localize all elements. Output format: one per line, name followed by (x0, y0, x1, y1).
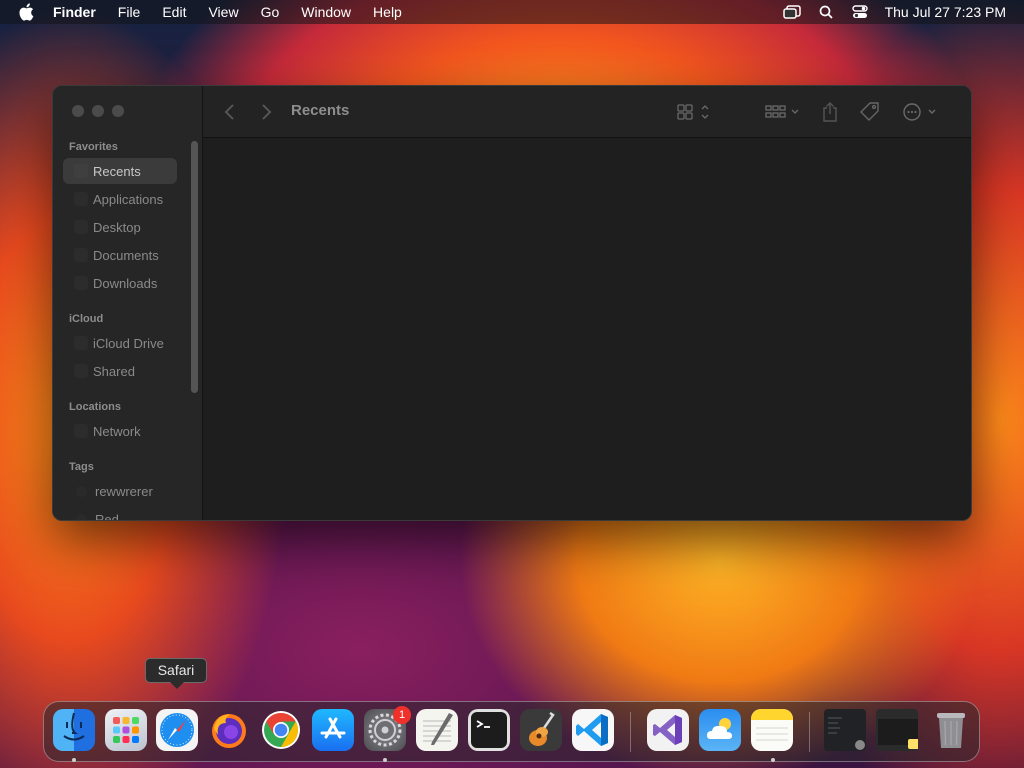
menu-window[interactable]: Window (301, 0, 351, 24)
sidebar-item-applications[interactable]: Applications (63, 186, 177, 212)
sidebar-item-label: Documents (93, 247, 159, 263)
sidebar-item-documents[interactable]: Documents (63, 242, 177, 268)
forward-chevron-icon[interactable] (259, 100, 273, 124)
app-store-icon[interactable] (312, 709, 354, 751)
dock-divider (809, 712, 810, 752)
sidebar-item-tag[interactable]: rewwrerer (63, 478, 177, 504)
zoom-window-button[interactable] (112, 105, 124, 117)
running-indicator (771, 758, 775, 762)
vscode-icon[interactable] (572, 709, 614, 751)
visual-studio-icon[interactable] (647, 709, 689, 751)
dock-divider (630, 712, 631, 752)
sidebar-section-locations: Locations (69, 401, 121, 413)
sidebar-item-label: rewwrerer (95, 483, 153, 499)
sidebar-section-icloud: iCloud (69, 313, 104, 325)
menu-go[interactable]: Go (261, 0, 280, 24)
terminal-icon[interactable] (468, 709, 510, 751)
tag-icon[interactable] (859, 100, 881, 124)
document-icon (74, 248, 88, 262)
sidebar-item-label: Network (93, 423, 141, 439)
sidebar-item-label: Desktop (93, 219, 141, 235)
sidebar-item-label: Downloads (93, 275, 158, 291)
menu-app-name[interactable]: Finder (53, 0, 96, 24)
file-list-area[interactable] (203, 138, 971, 520)
apple-menu-icon[interactable] (18, 3, 36, 21)
dock: 1 (43, 701, 980, 762)
recent-window-1-icon[interactable] (824, 709, 866, 751)
tag-dot-icon (76, 485, 87, 497)
menu-help[interactable]: Help (373, 0, 402, 24)
sidebar-item-desktop[interactable]: Desktop (63, 214, 177, 240)
chrome-icon[interactable] (260, 709, 302, 751)
finder-sidebar: Favorites Recents Applications Desktop D… (53, 86, 203, 521)
launchpad-icon[interactable] (105, 709, 147, 751)
sidebar-scrollbar[interactable] (191, 141, 198, 393)
stage-manager-icon[interactable] (781, 3, 803, 21)
sidebar-item-downloads[interactable]: Downloads (63, 270, 177, 296)
finder-toolbar: Recents (203, 86, 971, 138)
view-mode-icon[interactable] (677, 100, 711, 124)
spotlight-search-icon[interactable] (815, 3, 837, 21)
close-window-button[interactable] (72, 105, 84, 117)
back-chevron-icon[interactable] (223, 100, 237, 124)
desktop-icon (74, 220, 88, 234)
trash-icon[interactable] (930, 709, 972, 751)
tag-dot-icon (76, 513, 87, 520)
finder-window: Favorites Recents Applications Desktop D… (52, 85, 972, 521)
sidebar-item-icloud-drive[interactable]: iCloud Drive (63, 330, 177, 356)
running-indicator (383, 758, 387, 762)
window-title: Recents (291, 102, 350, 119)
textedit-icon[interactable] (416, 709, 458, 751)
group-by-icon[interactable] (765, 100, 801, 124)
firefox-icon[interactable] (208, 709, 250, 751)
garageband-icon[interactable] (520, 709, 562, 751)
share-icon[interactable] (821, 100, 839, 124)
sidebar-item-label: Recents (93, 163, 141, 179)
recent-window-2-icon[interactable] (876, 709, 920, 751)
notification-badge: 1 (393, 706, 411, 724)
menu-clock[interactable]: Thu Jul 27 7:23 PM (885, 4, 1006, 20)
sidebar-section-tags: Tags (69, 461, 94, 473)
weather-icon[interactable] (699, 709, 741, 751)
network-icon (74, 424, 88, 438)
applications-icon (74, 192, 88, 206)
sidebar-item-label: Shared (93, 363, 135, 379)
sidebar-item-label: Applications (93, 191, 164, 207)
clock-icon (74, 164, 88, 178)
shared-folder-icon (74, 364, 88, 378)
running-indicator (72, 758, 76, 762)
sidebar-item-label: Red (95, 511, 119, 521)
sidebar-item-tag-red[interactable]: Red (63, 506, 177, 521)
notes-icon[interactable] (751, 709, 793, 751)
minimize-window-button[interactable] (92, 105, 104, 117)
more-actions-icon[interactable] (901, 100, 937, 124)
sidebar-item-shared[interactable]: Shared (63, 358, 177, 384)
control-center-icon[interactable] (849, 3, 871, 21)
menu-file[interactable]: File (118, 0, 141, 24)
cloud-icon (74, 336, 88, 350)
window-controls (72, 105, 124, 117)
sidebar-item-network[interactable]: Network (63, 418, 177, 444)
system-settings-icon[interactable]: 1 (364, 706, 411, 751)
dock-tooltip: Safari (145, 658, 207, 689)
sidebar-item-label: iCloud Drive (93, 335, 164, 351)
finder-icon[interactable] (53, 709, 95, 751)
sidebar-item-recents[interactable]: Recents (63, 158, 177, 184)
menu-view[interactable]: View (208, 0, 238, 24)
download-icon (74, 276, 88, 290)
menu-edit[interactable]: Edit (162, 0, 186, 24)
safari-icon[interactable] (156, 709, 198, 751)
menu-bar: Finder File Edit View Go Window Help Thu… (0, 0, 1024, 24)
sidebar-section-favorites: Favorites (69, 141, 118, 153)
